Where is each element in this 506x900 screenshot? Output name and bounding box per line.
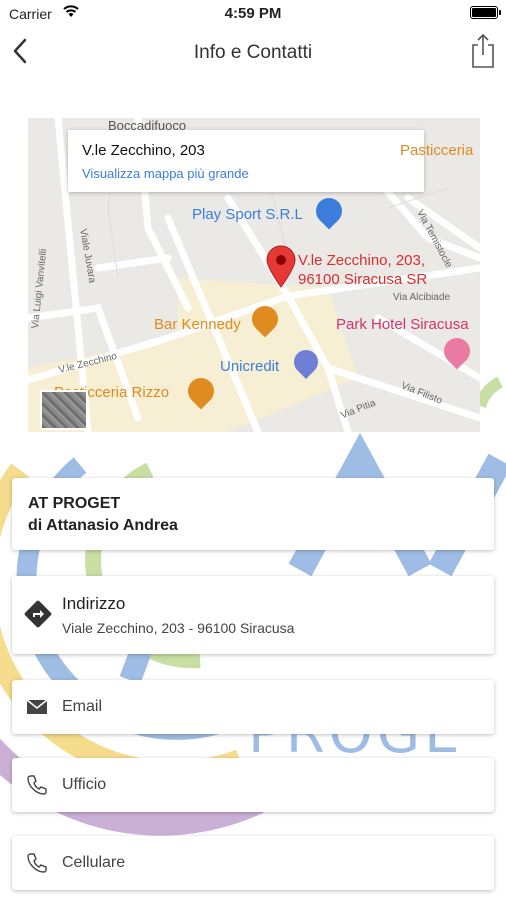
address-card[interactable]: Indirizzo Viale Zecchino, 203 - 96100 Si…: [12, 576, 494, 654]
poi-park-hotel[interactable]: Park Hotel Siracusa: [336, 316, 469, 333]
location-pin-icon[interactable]: [264, 244, 298, 288]
envelope-icon: [26, 699, 48, 714]
company-card: AT PROGET di Attanasio Andrea: [12, 478, 494, 550]
pin-address-line1: V.le Zecchino, 203,: [298, 252, 426, 269]
pin-address-line2: 96100 Siracusa SR: [298, 271, 428, 288]
map-card-address: V.le Zecchino, 203: [82, 142, 205, 159]
map-info-card: V.le Zecchino, 203 Visualizza mappa più …: [68, 130, 424, 192]
satellite-thumbnail[interactable]: [40, 390, 88, 430]
share-icon[interactable]: [470, 33, 496, 69]
office-phone-row[interactable]: Ufficio: [12, 758, 494, 812]
email-row[interactable]: Email: [12, 680, 494, 734]
street-alcibiade: Via Alcibiade: [393, 292, 451, 303]
phone-icon: [27, 775, 47, 795]
email-label: Email: [62, 698, 103, 715]
clock: 4:59 PM: [224, 5, 282, 22]
directions-icon: [24, 600, 52, 628]
address-label: Indirizzo: [62, 594, 126, 613]
poi-pasticceria[interactable]: Pasticceria: [400, 142, 473, 159]
poi-unicredit[interactable]: Unicredit: [220, 358, 279, 375]
page-title: Info e Contatti: [193, 42, 313, 63]
company-name: AT PROGET: [28, 495, 121, 512]
company-owner: di Attanasio Andrea: [28, 517, 178, 534]
view-larger-map-link[interactable]: Visualizza mappa più grande: [82, 166, 249, 181]
status-bar: Carrier 4:59 PM: [0, 0, 506, 26]
office-label: Ufficio: [62, 776, 107, 793]
navigation-bar: Info e Contatti: [0, 28, 506, 76]
battery-icon: [470, 6, 501, 19]
street-boccadifuoco: Boccadifuoco: [108, 118, 187, 133]
mobile-phone-row[interactable]: Cellulare: [12, 836, 494, 890]
poi-play-sport[interactable]: Play Sport S.R.L: [192, 206, 303, 223]
address-value: Viale Zecchino, 203 - 96100 Siracusa: [62, 620, 295, 636]
map-view[interactable]: V.le Zecchino, 203 Visualizza mappa più …: [28, 118, 480, 432]
poi-bar-kennedy[interactable]: Bar Kennedy: [154, 316, 241, 333]
phone-icon: [27, 853, 47, 873]
mobile-label: Cellulare: [62, 854, 126, 871]
